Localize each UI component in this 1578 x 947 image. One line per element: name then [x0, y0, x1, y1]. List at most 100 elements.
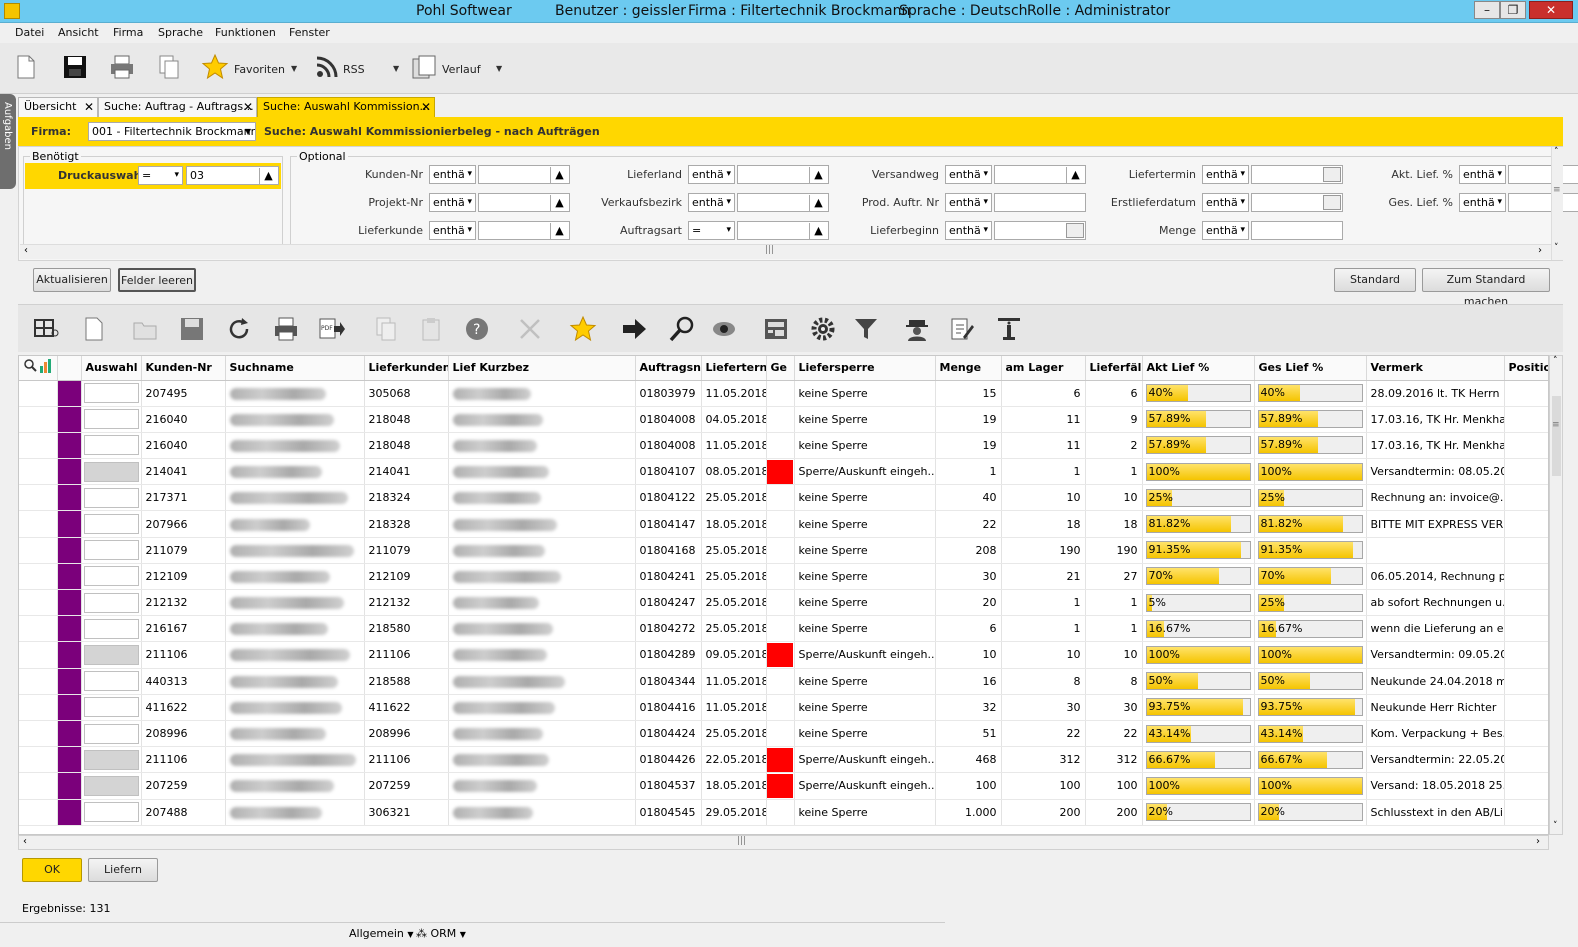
search-chart-icon[interactable]: [23, 358, 53, 374]
search-icon[interactable]: [668, 315, 696, 343]
scroll-down-icon[interactable]: ˅: [1554, 243, 1559, 253]
row-selector[interactable]: [19, 537, 58, 564]
auswahl-checkbox[interactable]: [83, 644, 139, 665]
auswahl-checkbox[interactable]: [83, 383, 139, 404]
new-document-icon[interactable]: [80, 315, 108, 343]
calculator-icon[interactable]: [762, 315, 790, 343]
search-vertical-scrollbar[interactable]: ˄ ≡ ˅: [1551, 147, 1563, 260]
column-am-lager[interactable]: am Lager: [1001, 356, 1086, 381]
menu-funktionen[interactable]: Funktionen: [215, 26, 276, 39]
auswahl-cell[interactable]: [81, 380, 142, 407]
auswahl-cell[interactable]: [81, 799, 142, 826]
auswahl-checkbox[interactable]: [83, 487, 139, 508]
auswahl-cell[interactable]: [81, 484, 142, 512]
column-position[interactable]: Position: [1504, 356, 1548, 381]
field-operator-versandweg[interactable]: enthä ▾: [945, 165, 992, 184]
open-folder-icon[interactable]: [131, 315, 159, 343]
table-row[interactable]: 217371 218324 01804122 25.05.2018 keine Sper…: [19, 484, 1548, 512]
row-selector[interactable]: [19, 406, 58, 433]
row-selector[interactable]: [19, 458, 58, 486]
field-input-versandweg[interactable]: ▲: [994, 165, 1086, 184]
rss-label[interactable]: RSS: [343, 63, 365, 76]
column-lieferkunden[interactable]: Lieferkunden: [364, 356, 449, 381]
field-operator-ges-lief[interactable]: enthä ▾: [1459, 193, 1506, 212]
field-operator-akt-lief[interactable]: enthä ▾: [1459, 165, 1506, 184]
lookup-arrow-icon[interactable]: ▲: [1066, 167, 1084, 184]
table-row[interactable]: 411622 411622 01804416 11.05.2018 keine Sper…: [19, 694, 1548, 721]
scroll-right-icon[interactable]: ›: [1538, 245, 1542, 256]
verlauf-label[interactable]: Verlauf: [442, 63, 481, 76]
grid-vertical-scrollbar[interactable]: ˄ ≡ ˅: [1549, 355, 1563, 835]
row-selector[interactable]: [19, 720, 58, 748]
field-operator-auftragsart[interactable]: = ▾: [688, 221, 735, 240]
column-tools[interactable]: [19, 356, 58, 381]
allgemein-menu[interactable]: Allgemein ▼: [349, 927, 414, 940]
refresh-icon[interactable]: [225, 315, 253, 343]
column-vermerk[interactable]: Vermerk: [1366, 356, 1505, 381]
edit-document-icon[interactable]: [948, 315, 976, 343]
field-operator-prod-auftr-nr[interactable]: enthä ▾: [945, 193, 992, 212]
liefern-button[interactable]: Liefern: [88, 858, 158, 882]
filter-icon[interactable]: [852, 315, 880, 343]
tab-uebersicht[interactable]: Übersicht ✕: [18, 97, 98, 117]
row-selector[interactable]: [19, 641, 58, 669]
field-input-lieferbeginn[interactable]: [994, 221, 1086, 240]
close-icon[interactable]: ✕: [243, 98, 253, 116]
row-selector[interactable]: [19, 746, 58, 774]
auswahl-cell[interactable]: [81, 668, 142, 695]
druckauswahl-input[interactable]: 03 ▲: [186, 166, 279, 185]
field-input-akt-lief[interactable]: [1508, 165, 1578, 184]
info-icon[interactable]: [995, 315, 1023, 343]
aufgaben-side-tab[interactable]: Aufgaben: [0, 94, 16, 189]
field-input-ges-lief[interactable]: [1508, 193, 1578, 212]
calendar-icon[interactable]: [1323, 167, 1341, 182]
favorites-star-icon[interactable]: [201, 53, 229, 81]
column-akt-lief-pct[interactable]: Akt Lief %: [1142, 356, 1255, 381]
field-operator-projekt-nr[interactable]: enthä ▾: [429, 193, 476, 212]
lookup-arrow-icon[interactable]: ▲: [550, 167, 568, 184]
scroll-grip-icon[interactable]: |||: [765, 245, 774, 255]
agent-user-icon[interactable]: [903, 315, 931, 343]
maximize-button[interactable]: ❐: [1500, 1, 1526, 19]
field-input-lieferland[interactable]: ▲: [737, 165, 829, 184]
tab-suche-auswahl[interactable]: Suche: Auswahl Kommission... ✕: [257, 97, 435, 117]
lookup-arrow-icon[interactable]: ▲: [259, 168, 277, 185]
auswahl-cell[interactable]: [81, 589, 142, 617]
field-input-liefertermin[interactable]: [1251, 165, 1343, 184]
field-operator-lieferland[interactable]: enthä ▾: [688, 165, 735, 184]
gear-icon[interactable]: [809, 315, 837, 343]
chevron-down-icon[interactable]: ▼: [291, 64, 297, 73]
menu-sprache[interactable]: Sprache: [158, 26, 203, 39]
row-selector[interactable]: [19, 563, 58, 591]
auswahl-checkbox[interactable]: [83, 723, 139, 744]
view-eye-icon[interactable]: [711, 315, 739, 343]
print-icon[interactable]: [272, 315, 300, 343]
tab-suche-auftrag[interactable]: Suche: Auftrag - Auftrags... ✕: [98, 97, 257, 117]
standard-button[interactable]: Standard: [1334, 268, 1416, 292]
scroll-grip-icon[interactable]: ≡: [1552, 420, 1560, 430]
auswahl-checkbox[interactable]: [83, 514, 139, 535]
column-kunden-nr[interactable]: Kunden-Nr: [141, 356, 226, 381]
copy-icon[interactable]: [155, 53, 183, 81]
auswahl-cell[interactable]: [81, 563, 142, 591]
scroll-up-icon[interactable]: ˄: [1553, 356, 1558, 366]
search-horizontal-scrollbar[interactable]: ‹ ||| ›: [20, 244, 1551, 259]
calendar-icon[interactable]: [1323, 195, 1341, 210]
scroll-left-icon[interactable]: ‹: [24, 245, 28, 256]
field-input-erstlieferdatum[interactable]: [1251, 193, 1343, 212]
field-input-auftragsart[interactable]: ▲: [737, 221, 829, 240]
auswahl-cell[interactable]: [81, 772, 142, 800]
auswahl-cell[interactable]: [81, 746, 142, 774]
table-row[interactable]: 440313 218588 01804344 11.05.2018 keine Sper…: [19, 668, 1548, 695]
field-input-menge[interactable]: [1251, 221, 1343, 240]
print-icon[interactable]: [108, 53, 136, 81]
table-row[interactable]: 208996 208996 01804424 25.05.2018 keine Sper…: [19, 720, 1548, 748]
column-liefertermin[interactable]: Liefertern: [701, 356, 767, 381]
column-auftragsnr[interactable]: Auftragsn: [635, 356, 702, 381]
table-row[interactable]: 207488 306321 01804545 29.05.2018 keine Sper…: [19, 799, 1548, 826]
column-ge[interactable]: Ge: [766, 356, 795, 381]
table-row[interactable]: 207966 218328 01804147 18.05.2018 keine Sper…: [19, 510, 1548, 538]
column-ges-lief-pct[interactable]: Ges Lief %: [1254, 356, 1367, 381]
export-arrow-icon[interactable]: [620, 315, 648, 343]
felder-leeren-button[interactable]: Felder leeren: [118, 268, 196, 292]
